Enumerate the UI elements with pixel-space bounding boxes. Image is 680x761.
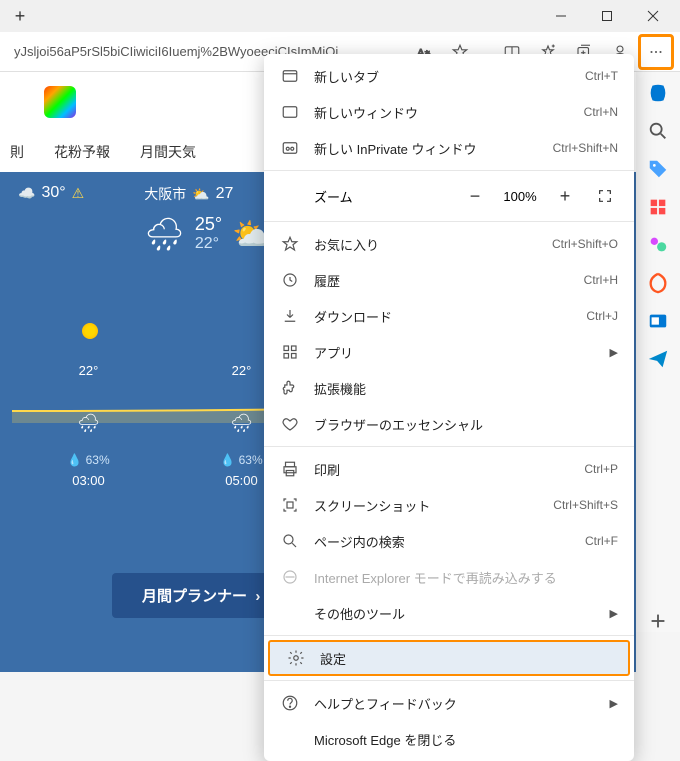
search-icon[interactable] xyxy=(647,120,669,142)
menu-new-inprivate[interactable]: 新しい InPrivate ウィンドウCtrl+Shift+N xyxy=(264,130,634,166)
games-icon[interactable] xyxy=(647,234,669,256)
rain-icon: 🌧 xyxy=(12,413,165,434)
menu-settings[interactable]: 設定 xyxy=(268,640,630,676)
fullscreen-button[interactable] xyxy=(592,183,618,209)
menu-ie-mode: Internet Explorer モードで再読み込みする xyxy=(264,559,634,595)
menu-other-tools[interactable]: その他のツール▶ xyxy=(264,595,634,631)
help-icon xyxy=(280,693,300,713)
menu-essentials[interactable]: ブラウザーのエッセンシャル xyxy=(264,406,634,442)
star-icon xyxy=(280,234,300,254)
menu-zoom: ズーム − 100% + xyxy=(264,175,634,217)
outlook-icon[interactable] xyxy=(647,310,669,332)
ie-icon xyxy=(280,567,300,587)
rain-cloud-icon: 🌧 xyxy=(144,215,185,253)
history-icon xyxy=(280,270,300,290)
puzzle-icon xyxy=(280,378,300,398)
menu-new-tab[interactable]: 新しいタブCtrl+T xyxy=(264,58,634,94)
tab-item[interactable]: 月間天気 xyxy=(140,142,196,162)
zoom-value: 100% xyxy=(502,189,538,204)
menu-downloads[interactable]: ダウンロードCtrl+J xyxy=(264,298,634,334)
zoom-out-button[interactable]: − xyxy=(462,183,488,209)
menu-find[interactable]: ページ内の検索Ctrl+F xyxy=(264,523,634,559)
city-card[interactable]: 大阪市⛅27 🌧 25° 22° ⛅ xyxy=(144,184,272,253)
sun-icon xyxy=(82,323,98,339)
menu-close-edge[interactable]: Microsoft Edge を閉じる xyxy=(264,721,634,757)
apps-icon xyxy=(280,342,300,362)
menu-favorites[interactable]: お気に入りCtrl+Shift+O xyxy=(264,226,634,262)
menu-history[interactable]: 履歴Ctrl+H xyxy=(264,262,634,298)
tab-item[interactable]: 則 xyxy=(10,142,24,162)
menu-apps[interactable]: アプリ▶ xyxy=(264,334,634,370)
edge-sidebar xyxy=(636,72,680,632)
close-button[interactable] xyxy=(630,0,676,32)
download-icon xyxy=(280,306,300,326)
send-icon[interactable] xyxy=(647,348,669,370)
menu-help[interactable]: ヘルプとフィードバック▶ xyxy=(264,685,634,721)
heart-pulse-icon xyxy=(280,414,300,434)
window-icon xyxy=(280,102,300,122)
menu-extensions[interactable]: 拡張機能 xyxy=(264,370,634,406)
find-icon xyxy=(280,531,300,551)
more-menu-dropdown: 新しいタブCtrl+T 新しいウィンドウCtrl+N 新しい InPrivate… xyxy=(264,54,634,761)
new-tab-icon xyxy=(280,66,300,86)
m365-icon[interactable] xyxy=(647,272,669,294)
menu-new-window[interactable]: 新しいウィンドウCtrl+N xyxy=(264,94,634,130)
print-icon xyxy=(280,459,300,479)
inprivate-icon xyxy=(280,138,300,158)
shopping-tag-icon[interactable] xyxy=(647,158,669,180)
minimize-button[interactable] xyxy=(538,0,584,32)
screenshot-icon xyxy=(280,495,300,515)
gear-icon xyxy=(286,648,306,668)
tab-item[interactable]: 花粉予報 xyxy=(54,142,110,162)
window-titlebar: + xyxy=(0,0,680,32)
maximize-button[interactable] xyxy=(584,0,630,32)
tools-icon[interactable] xyxy=(647,196,669,218)
zoom-in-button[interactable]: + xyxy=(552,183,578,209)
msn-logo-icon xyxy=(44,86,76,118)
menu-screenshot[interactable]: スクリーンショットCtrl+Shift+S xyxy=(264,487,634,523)
city-card[interactable]: ☁️30°⚠ xyxy=(18,184,84,253)
add-sidebar-icon[interactable] xyxy=(647,610,669,632)
new-tab-button[interactable]: + xyxy=(4,2,36,30)
more-menu-button[interactable] xyxy=(638,34,674,70)
menu-print[interactable]: 印刷Ctrl+P xyxy=(264,451,634,487)
copilot-icon[interactable] xyxy=(647,82,669,104)
